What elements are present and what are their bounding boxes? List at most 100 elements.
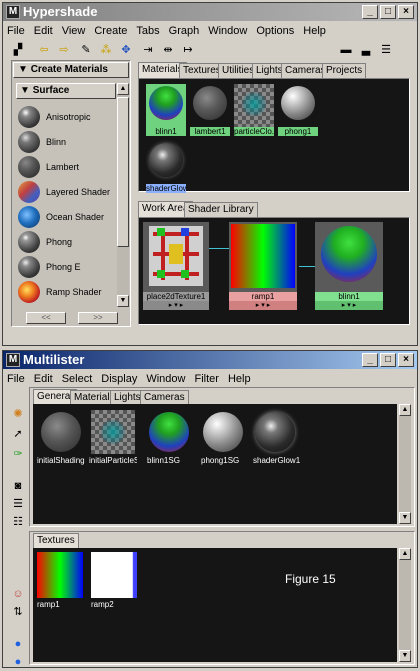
close-button[interactable]: × bbox=[398, 353, 414, 367]
node-blinn1[interactable]: blinn1 ▸ ▾ ▸ bbox=[315, 222, 383, 310]
top-tabs-panel: Materials Textures Utilities Lights Came… bbox=[134, 60, 414, 196]
menu-help[interactable]: Help bbox=[303, 25, 326, 37]
menu-view[interactable]: View bbox=[62, 25, 86, 37]
menu-file[interactable]: File bbox=[7, 373, 25, 385]
create-blinn[interactable]: Blinn bbox=[18, 129, 118, 154]
node-ramp1[interactable]: ramp1 ▸ ▾ ▸ bbox=[229, 222, 297, 310]
texture-ramp2[interactable] bbox=[91, 552, 137, 598]
columns-icon[interactable]: ☷ bbox=[11, 515, 25, 529]
item-initial-shading-group[interactable] bbox=[39, 410, 83, 454]
item-phong1sg[interactable] bbox=[201, 410, 245, 454]
tab-cameras[interactable]: Cameras bbox=[140, 390, 189, 405]
sphere-small-icon[interactable]: ● bbox=[11, 637, 25, 651]
layout-bottom-icon[interactable]: ▃ bbox=[357, 42, 375, 58]
menu-filter[interactable]: Filter bbox=[194, 373, 218, 385]
item-initial-particle-se[interactable] bbox=[91, 410, 135, 454]
tab-textures[interactable]: Textures bbox=[33, 533, 79, 549]
menu-graph[interactable]: Graph bbox=[169, 25, 200, 37]
tab-shader-library[interactable]: Shader Library bbox=[184, 202, 258, 217]
menu-window[interactable]: Window bbox=[208, 25, 247, 37]
input-connections-icon[interactable]: ⇥ bbox=[139, 42, 157, 58]
scroll-up-icon[interactable]: ▲ bbox=[399, 548, 411, 560]
multilister-items-area: initialShadingGroup initialParticleSE bl… bbox=[33, 404, 397, 524]
scroll-down-icon[interactable]: ▼ bbox=[117, 295, 129, 307]
pointer-tool-icon[interactable]: ✺ bbox=[11, 407, 25, 421]
menu-create[interactable]: Create bbox=[94, 25, 127, 37]
menu-help[interactable]: Help bbox=[228, 373, 251, 385]
scroll-up-icon[interactable]: ▲ bbox=[399, 404, 411, 416]
node-ports-bar[interactable]: ▸ ▾ ▸ bbox=[315, 301, 383, 310]
scroll-right-button[interactable]: >> bbox=[78, 312, 118, 324]
select-arrow-icon[interactable]: ➚ bbox=[11, 427, 25, 441]
pencil-icon[interactable]: ✎ bbox=[77, 42, 95, 58]
place2d-texture-icon bbox=[149, 226, 203, 286]
hypershade-titlebar[interactable]: M Hypershade _ □ × bbox=[3, 3, 417, 21]
scroll-up-icon[interactable]: ▲ bbox=[117, 83, 129, 95]
menu-tabs[interactable]: Tabs bbox=[136, 25, 159, 37]
texture-ramp1[interactable] bbox=[37, 552, 83, 598]
material-blinn1[interactable] bbox=[146, 84, 186, 127]
material-particlecloud[interactable] bbox=[234, 84, 274, 127]
material-phong1[interactable] bbox=[278, 84, 318, 127]
minimize-button[interactable]: _ bbox=[362, 5, 378, 19]
minimize-button[interactable]: _ bbox=[362, 353, 378, 367]
textures-scrollbar[interactable]: ▲ ▼ bbox=[399, 548, 411, 662]
scroll-left-button[interactable]: << bbox=[26, 312, 66, 324]
arrow-right-icon[interactable]: ⇨ bbox=[55, 42, 73, 58]
create-phong-e[interactable]: Phong E bbox=[18, 254, 118, 279]
pin-icon[interactable]: ✑ bbox=[11, 447, 25, 461]
node-ports-bar[interactable]: ▸ ▾ ▸ bbox=[143, 301, 209, 310]
graph-icon[interactable]: ⁂ bbox=[97, 42, 115, 58]
menu-file[interactable]: File bbox=[7, 25, 25, 37]
scroll-down-icon[interactable]: ▼ bbox=[399, 650, 411, 662]
item-blinn1sg[interactable] bbox=[147, 410, 191, 454]
material-lambert1[interactable] bbox=[190, 84, 230, 127]
create-phong[interactable]: Phong bbox=[18, 229, 118, 254]
menu-edit[interactable]: Edit bbox=[34, 373, 53, 385]
menu-display[interactable]: Display bbox=[101, 373, 137, 385]
maximize-button[interactable]: □ bbox=[380, 353, 396, 367]
create-anisotropic[interactable]: Anisotropic bbox=[18, 104, 118, 129]
material-shaderglow1[interactable] bbox=[146, 141, 186, 184]
maximize-button[interactable]: □ bbox=[380, 5, 396, 19]
scroll-thumb[interactable] bbox=[117, 97, 129, 247]
arrow-left-icon[interactable]: ⇦ bbox=[35, 42, 53, 58]
output-connections-icon[interactable]: ↦ bbox=[179, 42, 197, 58]
surface-header[interactable]: ▼ Surface bbox=[16, 83, 116, 99]
list-icon[interactable]: ☰ bbox=[11, 497, 25, 511]
shader-icon[interactable]: ◙ bbox=[11, 479, 25, 493]
create-lambert[interactable]: Lambert bbox=[18, 154, 118, 179]
scroll-down-icon[interactable]: ▼ bbox=[399, 512, 411, 524]
upper-scrollbar[interactable]: ▲ ▼ bbox=[399, 404, 411, 524]
network-icon[interactable]: ✥ bbox=[117, 42, 135, 58]
shelf-toggle-icon[interactable]: ▞ bbox=[9, 42, 27, 58]
menu-options[interactable]: Options bbox=[256, 25, 294, 37]
menu-window[interactable]: Window bbox=[146, 373, 185, 385]
node-ports-bar[interactable]: ▸ ▾ ▸ bbox=[229, 301, 297, 310]
create-layered-shader[interactable]: Layered Shader bbox=[18, 179, 118, 204]
create-panel-scrollbar[interactable]: ▲ ▼ bbox=[117, 83, 129, 307]
layout-top-icon[interactable]: ▬ bbox=[337, 42, 355, 58]
multilister-menubar: File Edit Select Display Window Filter H… bbox=[3, 370, 417, 387]
menu-select[interactable]: Select bbox=[62, 373, 93, 385]
layered-shader-swatch bbox=[18, 180, 40, 203]
menu-edit[interactable]: Edit bbox=[34, 25, 53, 37]
node-place2dtexture1[interactable]: place2dTexture1 ▸ ▾ ▸ bbox=[143, 222, 209, 310]
face-icon[interactable]: ☺ bbox=[11, 587, 25, 601]
sphere-medium-icon[interactable]: ● bbox=[11, 655, 25, 667]
create-ramp-shader[interactable]: Ramp Shader bbox=[18, 279, 118, 304]
layout-both-icon[interactable]: ☰ bbox=[377, 42, 395, 58]
phong1sg-sphere bbox=[203, 412, 243, 452]
create-materials-label: Create Materials bbox=[30, 64, 108, 75]
tab-projects[interactable]: Projects bbox=[322, 63, 367, 78]
transfer-icon[interactable]: ⇅ bbox=[11, 605, 25, 619]
close-button[interactable]: × bbox=[398, 5, 414, 19]
multilister-titlebar[interactable]: M Multilister _ □ × bbox=[3, 351, 417, 369]
io-connections-icon[interactable]: ⇹ bbox=[159, 42, 177, 58]
create-ocean-shader[interactable]: Ocean Shader bbox=[18, 204, 118, 229]
texture-label: ramp1 bbox=[37, 600, 60, 609]
figure-annotation: Figure 15 bbox=[285, 572, 336, 586]
item-shaderglow1[interactable] bbox=[253, 410, 297, 454]
work-area-panel: Work Area Shader Library place2dTexture1 bbox=[134, 199, 414, 327]
create-materials-header[interactable]: ▼ Create Materials bbox=[13, 62, 129, 78]
